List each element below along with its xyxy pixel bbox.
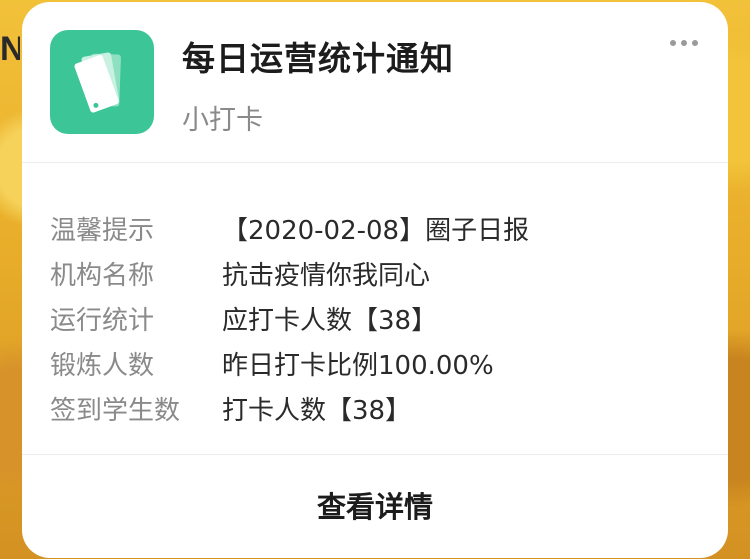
field-label: 机构名称 bbox=[50, 261, 155, 291]
notification-card: 每日运营统计通知 小打卡 温馨提示 【2020-02-08】圈子日报 机构名称 … bbox=[22, 2, 728, 558]
more-dot bbox=[692, 40, 698, 46]
view-details-button[interactable]: 查看详情 bbox=[22, 466, 728, 544]
footer-divider bbox=[22, 454, 728, 455]
more-icon[interactable] bbox=[670, 40, 698, 46]
field-value: 抗击疫情你我同心 bbox=[222, 261, 431, 291]
field-label: 签到学生数 bbox=[50, 396, 181, 426]
field-value: 应打卡人数【38】 bbox=[222, 306, 438, 336]
field-row: 温馨提示 【2020-02-08】圈子日报 bbox=[50, 206, 529, 251]
field-row: 运行统计 应打卡人数【38】 bbox=[50, 296, 529, 341]
field-label: 运行统计 bbox=[50, 306, 155, 336]
field-row: 机构名称 抗击疫情你我同心 bbox=[50, 251, 529, 296]
cards-icon bbox=[50, 30, 154, 134]
notification-title: 每日运营统计通知 bbox=[182, 39, 454, 78]
field-value: 打卡人数【38】 bbox=[222, 396, 412, 426]
more-dot bbox=[681, 40, 687, 46]
field-value: 昨日打卡比例100.00% bbox=[222, 351, 494, 381]
field-value: 【2020-02-08】圈子日报 bbox=[222, 216, 530, 246]
more-dot bbox=[670, 40, 676, 46]
field-row: 锻炼人数 昨日打卡比例100.00% bbox=[50, 341, 529, 386]
header-divider bbox=[22, 162, 728, 163]
field-label: 锻炼人数 bbox=[50, 351, 155, 381]
field-label: 温馨提示 bbox=[50, 216, 155, 246]
notification-source: 小打卡 bbox=[182, 105, 263, 136]
field-row: 签到学生数 打卡人数【38】 bbox=[50, 386, 529, 431]
background-text: N bbox=[0, 30, 20, 68]
detail-fields: 温馨提示 【2020-02-08】圈子日报 机构名称 抗击疫情你我同心 运行统计… bbox=[50, 206, 529, 431]
